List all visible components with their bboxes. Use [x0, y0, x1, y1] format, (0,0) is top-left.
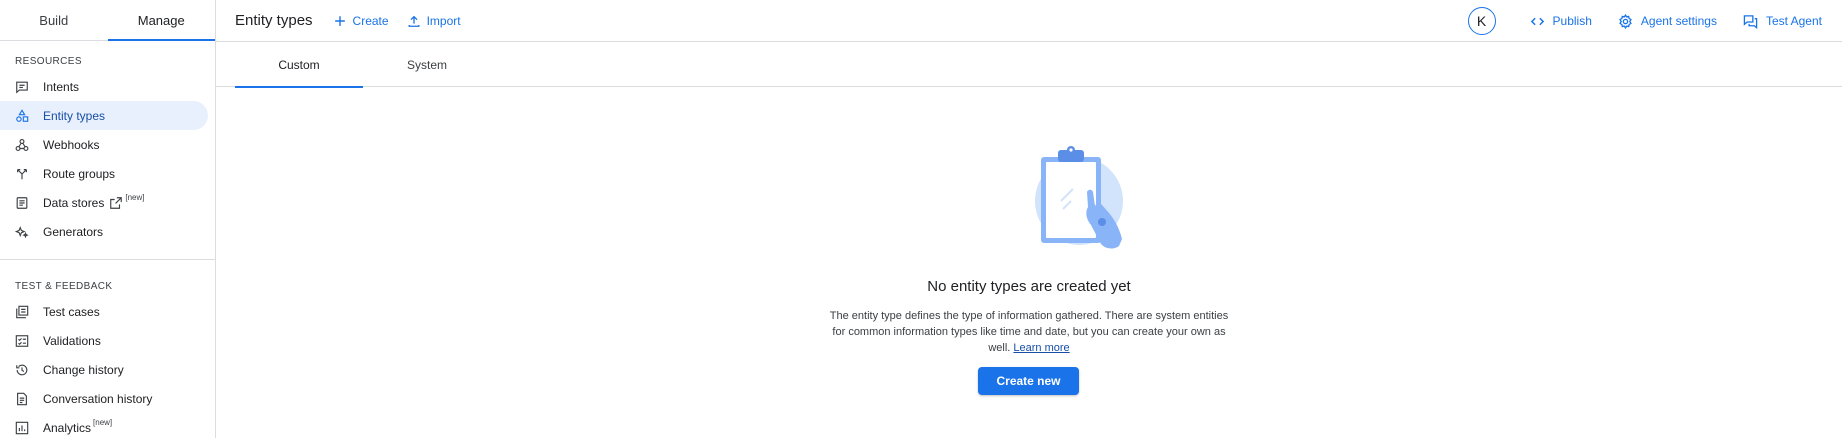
top-bar: Entity types Create Import K Publish Age… — [216, 0, 1842, 42]
publish-button[interactable]: Publish — [1530, 14, 1592, 29]
sidebar-tabs: Build Manage — [0, 0, 215, 41]
plus-icon — [334, 15, 345, 26]
sidebar-divider — [0, 259, 215, 260]
sidebar-item-label: Route groups — [43, 166, 116, 181]
header-actions: K Publish Agent settings Test Agent — [1467, 0, 1822, 42]
clipboard-illustration — [1035, 146, 1123, 249]
sidebar-item-intents[interactable]: Intents — [0, 72, 208, 101]
empty-state-description: The entity type defines the type of info… — [827, 308, 1231, 356]
sidebar-item-test-cases[interactable]: Test cases — [0, 297, 208, 326]
test-agent-button[interactable]: Test Agent — [1743, 14, 1822, 29]
test-agent-button-label: Test Agent — [1765, 14, 1822, 28]
sidebar-item-label: Webhooks — [43, 137, 100, 152]
open-in-new-icon — [109, 196, 123, 210]
sidebar-item-label: Analytics — [43, 420, 92, 435]
create-button[interactable]: Create — [333, 14, 389, 28]
gear-icon — [1619, 13, 1632, 29]
sidebar-item-label: Change history — [43, 362, 124, 377]
sidebar-item-webhooks[interactable]: Webhooks — [0, 130, 208, 159]
chat-icon — [1743, 14, 1758, 29]
upload-icon — [408, 15, 420, 27]
publish-button-label: Publish — [1552, 14, 1592, 28]
entity-type-tabs: Custom System — [216, 42, 1842, 88]
code-icon — [1530, 17, 1544, 25]
sidebar-item-label: Entity types — [43, 108, 106, 123]
create-button-label: Create — [352, 13, 389, 28]
new-badge: [new] — [93, 418, 113, 427]
checklist-icon — [14, 333, 30, 349]
sidebar-item-label: Intents — [43, 79, 80, 94]
sidebar-item-label: Validations — [43, 333, 101, 348]
learn-more-link[interactable]: Learn more — [1013, 342, 1069, 354]
empty-state: No entity types are created yet The enti… — [216, 88, 1842, 438]
webhook-icon — [14, 137, 30, 153]
new-badge: [new] — [125, 193, 145, 202]
avatar[interactable]: K — [1467, 7, 1496, 35]
tab-system[interactable]: System — [363, 42, 491, 87]
resources-list: Intents Entity types Webhooks Route grou… — [0, 72, 215, 246]
shapes-icon — [14, 108, 30, 124]
agent-settings-button-label: Agent settings — [1640, 14, 1717, 28]
agent-settings-button[interactable]: Agent settings — [1618, 13, 1717, 29]
resources-section-title: RESOURCES — [15, 56, 82, 67]
sidebar-item-conversation-history[interactable]: Conversation history — [0, 384, 208, 413]
sidebar-item-route-groups[interactable]: Route groups — [0, 159, 208, 188]
tab-build[interactable]: Build — [0, 0, 108, 40]
bar-chart-icon — [14, 420, 30, 436]
empty-state-title: No entity types are created yet — [927, 278, 1131, 295]
import-button-label: Import — [426, 13, 461, 28]
sparkle-icon — [14, 224, 30, 240]
sidebar-item-label: Conversation history — [43, 391, 153, 406]
document-icon — [14, 195, 30, 211]
transcript-icon — [14, 391, 30, 407]
test-feedback-section-title: TEST & FEEDBACK — [15, 281, 113, 292]
route-icon — [14, 166, 30, 182]
sidebar-item-analytics[interactable]: Analytics [new] — [0, 413, 208, 438]
sidebar-item-data-stores[interactable]: Data stores [new] — [0, 188, 208, 217]
sidebar: Build Manage RESOURCES Intents Entity ty… — [0, 0, 216, 438]
import-button[interactable]: Import — [407, 14, 461, 28]
sidebar-item-label: Data stores — [43, 195, 105, 210]
tab-manage[interactable]: Manage — [107, 0, 216, 41]
sidebar-item-change-history[interactable]: Change history — [0, 355, 208, 384]
page-title: Entity types — [235, 12, 313, 29]
sidebar-item-entity-types[interactable]: Entity types — [0, 101, 208, 130]
sidebar-item-label: Test cases — [43, 304, 100, 319]
history-icon — [14, 362, 30, 378]
chat-bubble-icon — [14, 79, 30, 95]
sidebar-item-validations[interactable]: Validations — [0, 326, 208, 355]
sidebar-item-label: Generators — [43, 224, 104, 239]
test-feedback-list: Test cases Validations Change history Co… — [0, 297, 215, 438]
create-new-button[interactable]: Create new — [978, 367, 1079, 395]
tab-custom[interactable]: Custom — [235, 42, 363, 88]
library-icon — [14, 304, 30, 320]
sidebar-item-generators[interactable]: Generators — [0, 217, 208, 246]
